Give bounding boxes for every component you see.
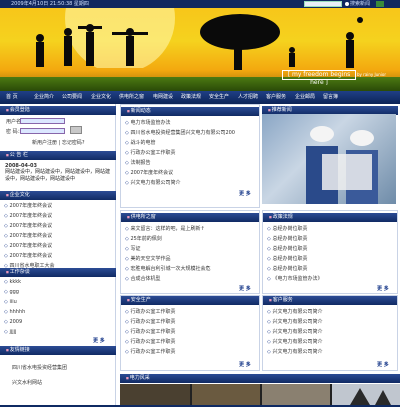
news-item[interactable]: ◇ 兴文电力有限公司简介: [267, 308, 322, 315]
news-item[interactable]: ◇ 兴文电力有限公司简介: [267, 328, 322, 335]
search-go-button[interactable]: [376, 1, 384, 7]
search-input[interactable]: [304, 1, 342, 7]
station-panel: 供电所之窗 ◇ 来文留言：这样的吧，是上刷新↑ ◇ 25年前的佩剑 ◇ 写证 ◇…: [120, 210, 260, 294]
main-nav: 首 页 企业简介 公司要闻 企业文化 供电所之窗 电网建设 政策法规 安全生产 …: [0, 91, 400, 104]
more-link[interactable]: 更 多: [377, 285, 389, 292]
news-item[interactable]: ◇ 总经办岗位职责: [267, 235, 307, 242]
nav-item[interactable]: 客户服务: [266, 91, 286, 104]
top-bar: 2009年4月10日 21:50:38 星期四 搜索新闻: [0, 0, 400, 8]
announce-title: 公 告 栏: [0, 151, 116, 160]
news-item[interactable]: ◇ 来文留言：这样的吧，是上刷新↑: [125, 225, 205, 232]
news-item[interactable]: ◇ 总经办岗位职责: [267, 245, 307, 252]
workers-image: [306, 126, 378, 204]
nav-item[interactable]: 企业简介: [34, 91, 54, 104]
list-item[interactable]: ◇ 2007年度年终会议: [4, 242, 52, 249]
announce-body: 网站建设中，网站建设中，网站建设中，网站建设中，网站建设中，网站建设中: [5, 169, 111, 182]
nav-item[interactable]: 公司要闻: [62, 91, 82, 104]
news-item[interactable]: ◇ 战斗的电管: [125, 139, 155, 146]
list-item[interactable]: ◇ ggg: [4, 289, 19, 295]
photo-strip-image: [120, 384, 400, 405]
list-item[interactable]: ◇ 2007年度年终会议: [4, 222, 52, 229]
news-item[interactable]: ◇ 总经办岗位职责: [267, 255, 307, 262]
login-button[interactable]: [70, 126, 82, 134]
more-link[interactable]: 更 多: [93, 337, 105, 344]
nav-item[interactable]: 首 页: [6, 91, 18, 104]
more-link[interactable]: 更 多: [377, 361, 389, 368]
friend-link[interactable]: 四川省水电投资经营集团: [12, 364, 67, 371]
search-option-label: 搜索新闻: [350, 1, 371, 7]
list-item[interactable]: ◇ hhhhh: [4, 309, 25, 315]
news-item[interactable]: ◇ 宏胜电解台利引城一次大规模社会危: [125, 265, 210, 272]
password-input[interactable]: [20, 128, 65, 134]
nav-item[interactable]: 人才招聘: [238, 91, 258, 104]
news-item[interactable]: ◇ 行政办公室工作职责: [125, 348, 175, 355]
culture-title: 企业文化: [0, 191, 116, 200]
station-title: 供电所之窗: [121, 213, 259, 222]
news-item[interactable]: ◇ 行政办公室工作职责: [125, 318, 175, 325]
news-item[interactable]: ◇ 行政办公室工作职责: [125, 308, 175, 315]
safety-title: 安全生产: [121, 296, 259, 305]
news-item[interactable]: ◇ 兴文电力有限公司简介: [267, 348, 322, 355]
list-item[interactable]: ◇ 2007年度年终会议: [4, 252, 52, 259]
nav-item[interactable]: 留言簿: [323, 91, 338, 104]
list-item[interactable]: ◇ kkkk: [4, 279, 21, 285]
list-item[interactable]: ◇ iiiu: [4, 299, 17, 305]
left-column: 会员登陆 用户名： 密 码： 新用户注册 | 忘记密码? 公 告 栏 2008-…: [0, 104, 116, 405]
news-item[interactable]: ◇ 总经办岗位职责: [267, 265, 307, 272]
service-panel: 客户服务 ◇ 兴文电力有限公司简介 ◇ 兴文电力有限公司简介 ◇ 兴文电力有限公…: [262, 295, 398, 371]
page: 2009年4月10日 21:50:38 星期四 搜索新闻 [ my freedo…: [0, 0, 400, 405]
photo-strip-title: 电力风采: [120, 374, 400, 383]
news-item[interactable]: ◇ 总经办岗位职责: [267, 225, 307, 232]
safety-panel: 安全生产 ◇ 行政办公室工作职责 ◇ 行政办公室工作职责 ◇ 行政办公室工作职责…: [120, 295, 260, 371]
news-item[interactable]: ◇ 法制报告: [125, 159, 150, 166]
news-item[interactable]: ◇ 行政办公室工作职责: [125, 149, 175, 156]
nav-item[interactable]: 电网建设: [153, 91, 173, 104]
news-item[interactable]: ◇ 四川省水电投资经营集团兴文电力有限公司200: [125, 129, 235, 136]
more-link[interactable]: 更 多: [239, 285, 251, 292]
news-item[interactable]: ◇ 美的天空文学作品: [125, 255, 170, 262]
news-item[interactable]: ◇ 25年前的佩剑: [125, 235, 162, 242]
more-link[interactable]: 更 多: [239, 190, 251, 197]
nav-item[interactable]: 政策法规: [181, 91, 201, 104]
banner-slogan: [ my freedom begins here ]: [282, 70, 356, 86]
list-item[interactable]: ◇ jjjjj: [4, 329, 16, 335]
friend-link[interactable]: 兴文水利网站: [12, 379, 42, 386]
list-item[interactable]: ◇ 2007年度年终会议: [4, 232, 52, 239]
workers-photo: [262, 114, 396, 204]
news-item[interactable]: ◇ 电力市场监管办法: [125, 119, 170, 126]
login-links[interactable]: 新用户注册 | 忘记密码?: [32, 139, 85, 146]
list-item[interactable]: ◇ 2007年度年终会议: [4, 202, 52, 209]
list-item[interactable]: ◇ 2009: [4, 319, 22, 325]
news-item[interactable]: ◇ 行政办公室工作职责: [125, 328, 175, 335]
service-title: 客户服务: [263, 296, 397, 305]
news-panel: 新闻动态 ◇ 电力市场监管办法 ◇ 四川省水电投资经营集团兴文电力有限公司200…: [120, 104, 260, 208]
news-title: 新闻动态: [121, 107, 259, 116]
news-item[interactable]: ◇ 2007年度年终会议: [125, 169, 173, 176]
login-title: 会员登陆: [0, 106, 116, 115]
friends-title: 友情链接: [0, 346, 116, 355]
policy-title: 政策法规: [263, 213, 397, 222]
news-item[interactable]: ◇ 合成合体机型: [125, 275, 160, 282]
news-item[interactable]: ◇ 行政办公室工作职责: [125, 338, 175, 345]
search-option-radio[interactable]: [345, 2, 349, 6]
nav-item[interactable]: 安全生产: [209, 91, 229, 104]
more-link[interactable]: 更 多: [239, 361, 251, 368]
news-item[interactable]: ◇ 兴文电力有限公司简介: [125, 179, 180, 186]
news-item[interactable]: ◇ 兴文电力有限公司简介: [267, 318, 322, 325]
works-title: 工作杂谈: [0, 268, 116, 277]
banner-by: by rainy Junior: [357, 72, 387, 77]
username-input[interactable]: [20, 118, 65, 124]
nav-item[interactable]: 供电所之窗: [119, 91, 144, 104]
news-item[interactable]: ◇ 兴文电力有限公司简介: [267, 338, 322, 345]
banner: [ my freedom begins here ] by rainy Juni…: [0, 8, 400, 91]
nav-item[interactable]: 企业邮局: [295, 91, 315, 104]
news-item[interactable]: ◇ 写证: [125, 245, 140, 252]
policy-panel: 政策法规 ◇ 总经办岗位职责 ◇ 总经办岗位职责 ◇ 总经办岗位职责 ◇ 总经办…: [262, 210, 398, 294]
date-text: 2009年4月10日 21:50:38 星期四: [11, 1, 89, 7]
photo-strip: [120, 384, 400, 405]
nav-item[interactable]: 企业文化: [91, 91, 111, 104]
list-item[interactable]: ◇ 2007年度年终会议: [4, 212, 52, 219]
news-item[interactable]: ◇ 《电力市场监管办法》: [267, 275, 322, 282]
